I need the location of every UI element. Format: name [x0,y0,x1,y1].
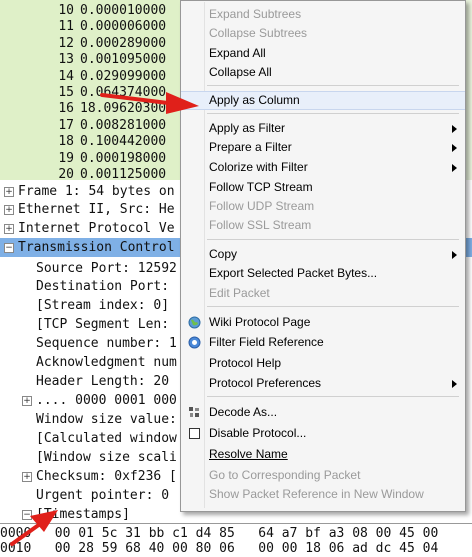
annotation-arrow-menu [100,92,199,114]
annotation-arrows [10,92,199,546]
annotation-arrow-selected-row [10,510,58,546]
